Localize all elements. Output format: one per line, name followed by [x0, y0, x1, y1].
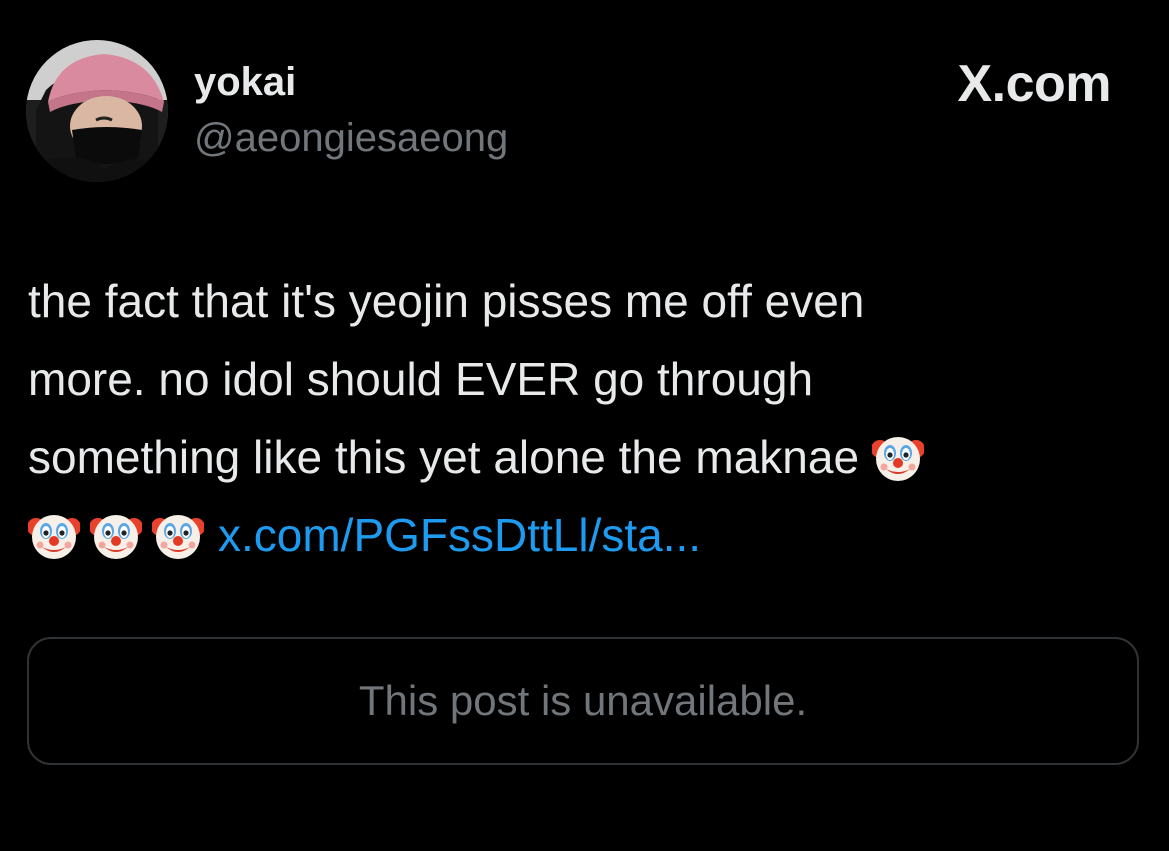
post-link[interactable]: x.com/PGFssDttLl/sta...: [218, 509, 701, 561]
clown-face-icon: [28, 509, 80, 561]
avatar[interactable]: [26, 40, 168, 182]
clown-face-icon: [871, 431, 924, 483]
display-name[interactable]: yokai: [194, 58, 296, 106]
quoted-post-card: This post is unavailable.: [27, 637, 1139, 765]
clown-face-icon: [152, 509, 204, 561]
post-text: the fact that it's yeojin pisses me off …: [28, 262, 1138, 574]
post-text-segment: more. no idol should EVER go through: [28, 353, 814, 405]
post-text-line: something like this yet alone the maknae: [28, 418, 1138, 496]
post-text-line: more. no idol should EVER go through: [28, 340, 1138, 418]
post-text-line: x.com/PGFssDttLl/sta...: [28, 496, 1138, 574]
post-text-line: the fact that it's yeojin pisses me off …: [28, 275, 865, 327]
user-handle[interactable]: @aeongiesaeong: [194, 114, 508, 162]
unavailable-message: This post is unavailable.: [358, 677, 808, 724]
post-text-segment: something like this yet alone the maknae: [28, 431, 860, 483]
clown-face-icon: [90, 509, 142, 561]
x-logo: X.com: [957, 55, 1111, 113]
profile-photo-icon: [26, 40, 168, 182]
